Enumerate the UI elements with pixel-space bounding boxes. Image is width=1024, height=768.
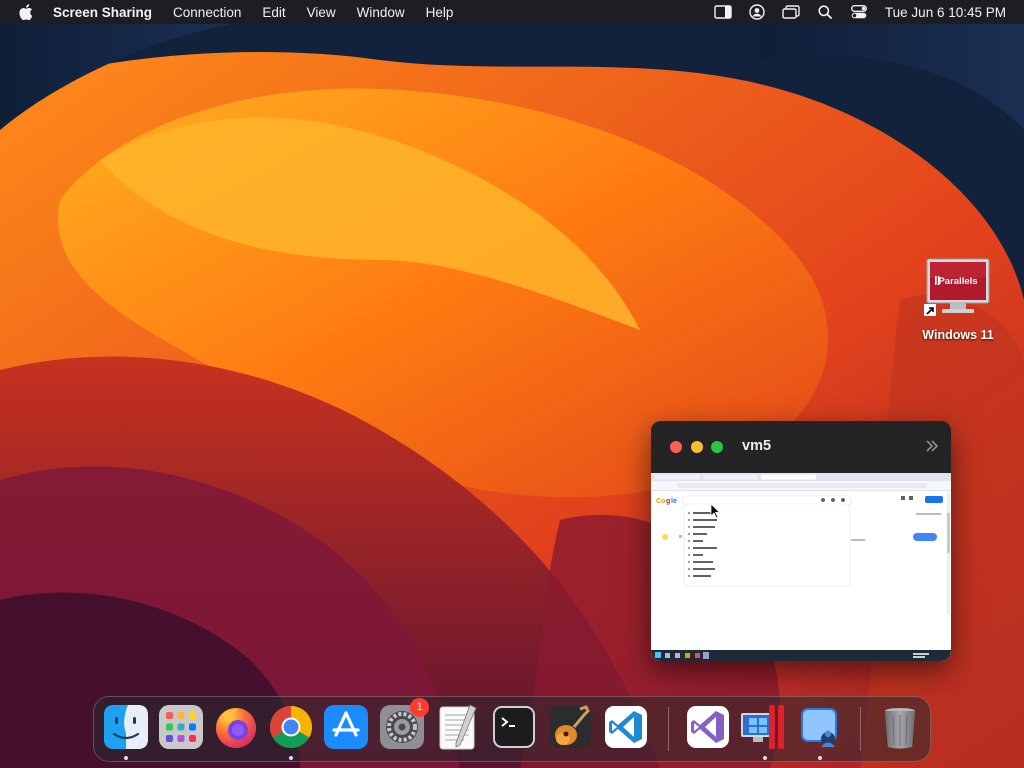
svg-text:g: g: [666, 498, 670, 505]
parallels-logo-text: Parallels: [938, 276, 977, 287]
screen-sharing-window-vm5[interactable]: vm5 Co g le: [651, 421, 951, 661]
user-account-icon[interactable]: [747, 4, 767, 20]
dock-separator: [860, 707, 861, 751]
dock: 1: [93, 696, 931, 762]
menu-edit[interactable]: Edit: [262, 5, 285, 20]
dock-chrome[interactable]: [267, 703, 315, 751]
svg-text:Co: Co: [656, 498, 665, 505]
running-indicator: [818, 756, 822, 760]
trash-icon: [885, 708, 915, 749]
terminal-icon: [493, 706, 535, 748]
guitar-icon: [549, 705, 591, 748]
firefox-icon: [216, 708, 256, 748]
stage-manager-icon[interactable]: [781, 4, 801, 20]
menu-connection[interactable]: Connection: [173, 5, 241, 20]
dock-trash[interactable]: [876, 703, 924, 751]
window-title: vm5: [742, 438, 772, 454]
running-indicator: [124, 756, 128, 760]
dock-vscode[interactable]: [602, 703, 650, 751]
spotlight-search-icon[interactable]: [815, 4, 835, 20]
parallels-vm-icon: Parallels: [924, 258, 990, 316]
dock-separator: [668, 707, 669, 751]
menu-help[interactable]: Help: [426, 5, 454, 20]
running-indicator: [763, 756, 767, 760]
desktop-icon-label: Windows 11: [922, 328, 994, 342]
screen-sharing-status-icon[interactable]: [713, 4, 733, 20]
dock-screen-sharing[interactable]: [796, 703, 844, 751]
app-menu-screen-sharing[interactable]: Screen Sharing: [53, 5, 152, 20]
close-button[interactable]: [670, 441, 682, 453]
chrome-icon: [269, 706, 313, 749]
visual-studio-icon: [687, 706, 729, 748]
alias-arrow-icon: [924, 304, 936, 316]
remote-screen-thumbnail[interactable]: Co g le: [651, 473, 951, 661]
vscode-icon: [605, 706, 647, 748]
dock-textedit[interactable]: [434, 703, 482, 751]
launchpad-icon: [159, 705, 203, 749]
minimize-button[interactable]: [691, 441, 703, 453]
svg-text:le: le: [671, 498, 677, 505]
zoom-button[interactable]: [711, 441, 723, 453]
dock-firefox[interactable]: [212, 703, 260, 751]
dock-launchpad[interactable]: [157, 703, 205, 751]
dock-finder[interactable]: [102, 703, 150, 751]
textedit-icon: [439, 704, 477, 750]
app-store-icon: [324, 705, 368, 749]
finder-icon: [104, 705, 148, 749]
dock-parallels[interactable]: [739, 703, 787, 751]
parallels-icon: [741, 705, 784, 749]
dock-visual-studio[interactable]: [684, 703, 732, 751]
dock-app-store[interactable]: [322, 703, 370, 751]
window-titlebar[interactable]: vm5: [651, 421, 951, 473]
screen-sharing-icon: [801, 708, 837, 747]
menu-window[interactable]: Window: [357, 5, 405, 20]
dock-garageband[interactable]: [546, 703, 594, 751]
running-indicator: [289, 756, 293, 760]
desktop-icon-windows-11[interactable]: Parallels Windows 11: [918, 258, 998, 342]
control-center-icon[interactable]: [849, 4, 869, 20]
menu-view[interactable]: View: [307, 5, 336, 20]
notification-badge: 1: [410, 698, 429, 717]
menu-bar: Screen Sharing Connection Edit View Wind…: [0, 0, 1024, 24]
menubar-clock[interactable]: Tue Jun 6 10:45 PM: [885, 5, 1006, 20]
dock-system-settings[interactable]: 1: [378, 698, 429, 751]
dock-terminal[interactable]: [490, 703, 538, 751]
apple-menu-icon[interactable]: [16, 0, 36, 24]
double-chevron-right-icon[interactable]: [925, 439, 939, 458]
